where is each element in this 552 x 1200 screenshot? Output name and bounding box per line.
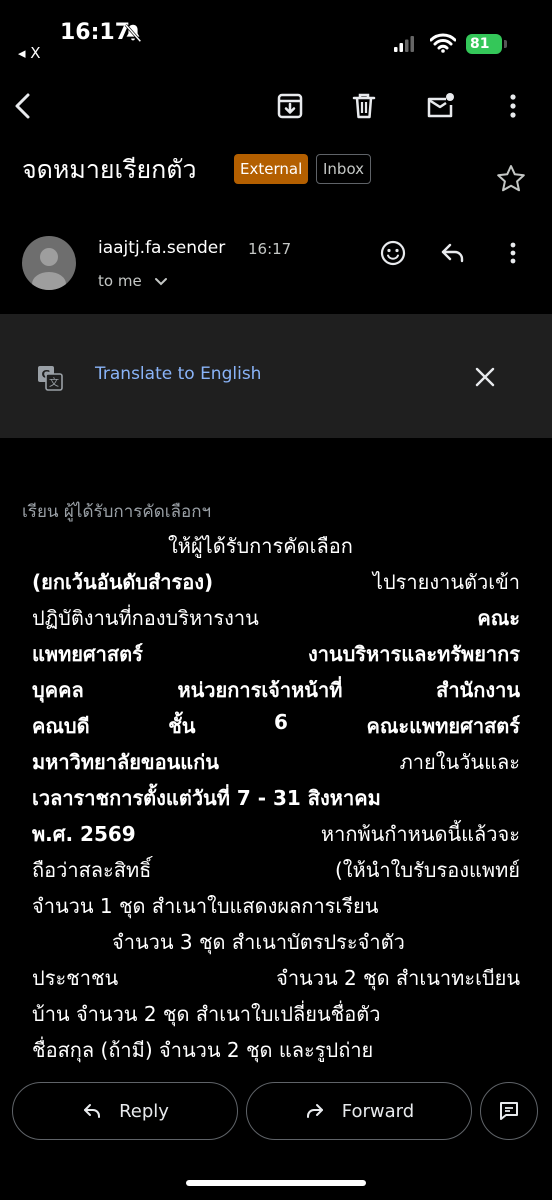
back-to-app-link[interactable]: ◂ X [18, 44, 41, 62]
bottom-action-bar: Reply Forward [0, 1066, 552, 1200]
sent-time: 16:17 [248, 240, 292, 258]
more-vertical-icon[interactable] [497, 90, 529, 122]
body-line: ชื่อสกุล (ถ้ามี) จำนวน 2 ชุด และรูปถ่าย [32, 1038, 374, 1062]
close-icon[interactable] [472, 364, 498, 390]
svg-text:文: 文 [49, 376, 59, 389]
body-line: ให้ผู้ได้รับการคัดเลือก [168, 534, 353, 558]
reply-icon [84, 1104, 101, 1118]
body-line: (ยกเว้นอันดับสำรอง) ไปรายงานตัวเข้า [32, 570, 520, 594]
body-line: บุคคล หน่วยการเจ้าหน้าที่ สำนักงาน [32, 678, 520, 702]
email-toolbar [0, 78, 552, 138]
reply-icon[interactable] [438, 238, 468, 268]
signal-icon [394, 36, 414, 52]
bell-muted-icon [124, 23, 142, 43]
person-icon [32, 248, 66, 290]
body-line: เวลาราชการตั้งแต่วันที่ 7 - 31 สิงหาคม [32, 786, 381, 810]
emoji-react-icon[interactable] [378, 238, 408, 268]
star-icon[interactable] [494, 162, 528, 196]
body-line: ถือว่าสละสิทธิ์ (ให้นำใบรับรองแพทย์ [32, 858, 520, 882]
forward-button[interactable]: Forward [246, 1082, 472, 1140]
body-line: ประชาชน จำนวน 2 ชุด สำเนาทะเบียน [32, 966, 520, 990]
translate-banner: G 文 Translate to English [0, 314, 552, 438]
back-arrow-icon[interactable] [8, 90, 40, 122]
body-line: จำนวน 3 ชุด สำเนาบัตรประจำตัว [112, 930, 405, 954]
archive-icon[interactable] [274, 90, 306, 122]
battery-indicator: 81 [466, 34, 502, 54]
trash-icon[interactable] [348, 90, 380, 122]
avatar[interactable] [22, 236, 76, 290]
translate-link[interactable]: Translate to English [95, 364, 261, 384]
forward-label: Forward [341, 1100, 415, 1122]
body-line: แพทยศาสตร์ งานบริหารและทรัพยากร [32, 642, 520, 666]
subject-row: จดหมายเรียกตัว External Inbox [0, 140, 552, 200]
external-badge: External [234, 154, 309, 184]
chat-reply-button[interactable] [480, 1082, 538, 1140]
mark-unread-icon[interactable] [424, 90, 456, 122]
status-bar: 16:17 ◂ X 81 [0, 0, 552, 70]
forward-icon [306, 1104, 323, 1118]
email-body: เรียน ผู้ได้รับการคัดเลือกฯ ให้ผู้ได้รับ… [0, 438, 552, 1078]
home-indicator [186, 1180, 366, 1186]
body-line: พ.ศ. 2569 หากพ้นกำหนดนี้แล้วจะ [32, 822, 520, 846]
recipient-summary[interactable]: to me [98, 272, 142, 290]
battery-tip [504, 40, 507, 48]
more-vertical-icon[interactable] [498, 238, 528, 268]
greeting: เรียน ผู้ได้รับการคัดเลือกฯ [22, 502, 212, 522]
sender-row: iaajtj.fa.sender 16:17 to me [0, 228, 552, 300]
inbox-label[interactable]: Inbox [316, 154, 372, 184]
reply-label: Reply [119, 1100, 169, 1122]
translate-icon: G 文 [38, 366, 63, 391]
wifi-icon [430, 33, 456, 53]
body-line: มหาวิทยาลัยขอนแก่น ภายในวันและ [32, 750, 520, 774]
chat-bubble-icon [500, 1102, 518, 1120]
body-line: คณบดี ชั้น 6 คณะแพทยศาสตร์ [32, 710, 520, 738]
body-line: จำนวน 1 ชุด สำเนาใบแสดงผลการเรียน [32, 894, 379, 918]
clock: 16:17 [60, 20, 131, 45]
reply-button[interactable]: Reply [12, 1082, 238, 1140]
email-subject: จดหมายเรียกตัว [22, 155, 197, 184]
body-line: ปฏิบัติงานที่กองบริหารงาน คณะ [32, 606, 520, 630]
sender-name[interactable]: iaajtj.fa.sender [98, 238, 225, 258]
chevron-down-icon[interactable] [154, 276, 168, 288]
body-line: บ้าน จำนวน 2 ชุด สำเนาใบเปลี่ยนชื่อตัว [32, 1002, 381, 1026]
